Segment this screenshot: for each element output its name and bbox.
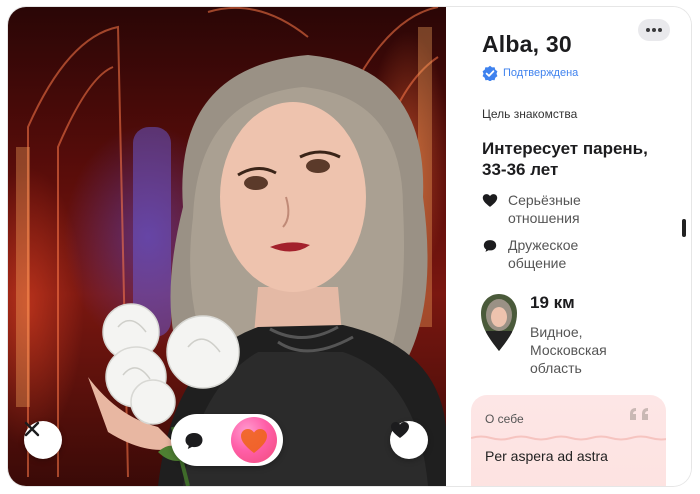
verified-label: Подтверждена xyxy=(503,67,579,79)
about-section: О себе Per aspera ad astra xyxy=(471,395,666,486)
profile-info-panel: Alba, 30 Подтверждена Цель знакомства Ин… xyxy=(446,7,691,486)
about-label: О себе xyxy=(485,412,524,426)
message-button[interactable] xyxy=(183,430,205,452)
action-pill xyxy=(171,414,283,466)
superlike-heart-icon xyxy=(241,429,267,453)
profile-card: Alba, 30 Подтверждена Цель знакомства Ин… xyxy=(8,7,691,486)
chat-bubble-icon xyxy=(185,433,203,449)
heart-icon xyxy=(482,194,498,207)
chat-bubble-icon xyxy=(483,240,497,252)
tag-label: Серьёзные отношения xyxy=(508,192,581,226)
scrollbar-thumb[interactable] xyxy=(682,219,686,237)
city-text: Видное, Московская область xyxy=(530,324,607,376)
distance-text: 19 км xyxy=(530,293,575,312)
profile-name-age: Alba, 30 xyxy=(482,31,572,57)
goal-label: Цель знакомства xyxy=(482,107,578,121)
wave-divider xyxy=(471,435,666,441)
more-dots-icon xyxy=(646,28,662,32)
dislike-button[interactable] xyxy=(24,421,62,459)
verified-check-icon xyxy=(482,65,498,81)
interest-text: Интересует парень, 33-36 лет xyxy=(482,139,648,179)
superlike-button[interactable] xyxy=(231,417,277,463)
heart-icon xyxy=(391,422,409,438)
about-text: Per aspera ad astra xyxy=(485,448,608,464)
profile-photo[interactable] xyxy=(8,7,446,486)
tag-serious-relationship: Серьёзные отношения xyxy=(482,191,628,227)
tag-friendly-chat: Дружеское общение xyxy=(482,236,628,272)
like-button[interactable] xyxy=(390,421,428,459)
more-options-button[interactable] xyxy=(638,19,670,41)
quote-icon xyxy=(630,408,648,420)
close-icon xyxy=(24,421,40,437)
verified-badge: Подтверждена xyxy=(482,65,578,81)
tag-label: Дружеское общение xyxy=(508,237,579,271)
location-pin-avatar xyxy=(481,294,517,351)
